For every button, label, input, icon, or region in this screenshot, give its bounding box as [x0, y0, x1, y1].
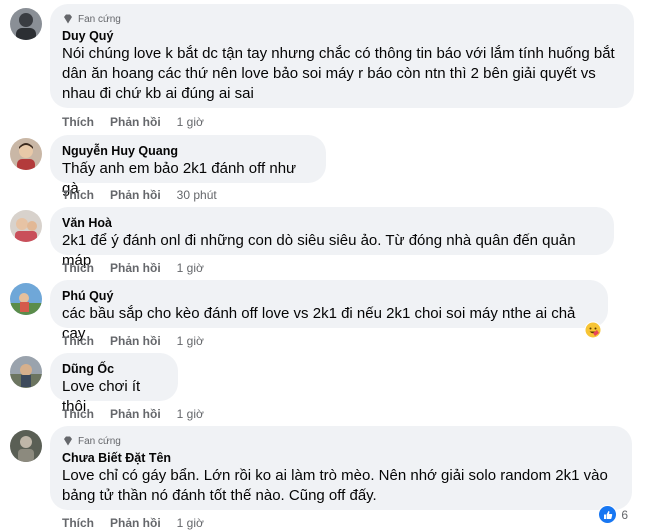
comment-actions: Thích Phản hồi 1 giờ — [62, 333, 204, 349]
reply-button[interactable]: Phản hồi — [110, 115, 161, 129]
avatar[interactable] — [10, 138, 42, 170]
reply-button[interactable]: Phản hồi — [110, 407, 161, 421]
commenter-name[interactable]: Dũng Ốc — [62, 361, 166, 377]
like-button[interactable]: Thích — [62, 516, 94, 530]
avatar[interactable] — [10, 210, 42, 242]
avatar[interactable] — [10, 283, 42, 315]
comment-text-line: Love chỉ có gáy bẩn. Lớn rồi ko ai làm t… — [62, 467, 608, 484]
avatar[interactable] — [10, 356, 42, 388]
reaction-count[interactable]: 6 — [598, 505, 628, 524]
comment-bubble: Fan cứng Duy Quý Nói chúng love k bắt dc… — [50, 4, 634, 108]
reaction-count-value: 6 — [621, 507, 628, 522]
timestamp[interactable]: 1 giờ — [177, 115, 204, 129]
comment-bubble: Văn Hoà 2k1 để ý đánh onl đi những con d… — [50, 207, 614, 269]
like-thumb-icon — [598, 505, 618, 524]
commenter-name[interactable]: Nguyễn Huy Quang — [62, 143, 314, 159]
comment-actions: Thích Phản hồi 1 giờ — [62, 260, 204, 276]
commenter-name[interactable]: Phú Quý — [62, 288, 596, 304]
avatar[interactable] — [10, 8, 42, 40]
comment-actions: Thích Phản hồi 1 giờ — [62, 406, 204, 422]
timestamp[interactable]: 1 giờ — [177, 407, 204, 421]
comment-bubble: Phú Quý các bầu sắp cho kèo đánh off lov… — [50, 280, 608, 342]
comment-text-line: nhau đi chứ kb ai đúng ai sai — [62, 85, 254, 102]
haha-care-emoji-icon[interactable] — [584, 321, 602, 339]
comment-text-line: bảng tử thần nó đánh tốt thế nào. Cũng o… — [62, 487, 377, 504]
commenter-name[interactable]: Chưa Biết Đặt Tên — [62, 450, 620, 466]
comment-actions: Thích Phản hồi 1 giờ — [62, 114, 204, 130]
like-button[interactable]: Thích — [62, 407, 94, 421]
timestamp[interactable]: 1 giờ — [177, 516, 204, 530]
like-button[interactable]: Thích — [62, 188, 94, 202]
like-button[interactable]: Thích — [62, 334, 94, 348]
top-fan-badge: Fan cứng — [62, 12, 622, 26]
comment-bubble: Nguyễn Huy Quang Thấy anh em bảo 2k1 đán… — [50, 135, 326, 197]
comment-text-line: Nói chúng love k bắt dc tận tay nhưng ch… — [62, 45, 615, 62]
comment-bubble: Fan cứng Chưa Biết Đặt Tên Love chỉ có g… — [50, 426, 632, 510]
like-button[interactable]: Thích — [62, 115, 94, 129]
comment-text-line: dân ăn hoang các thứ nên love bảo soi má… — [62, 65, 596, 82]
reply-button[interactable]: Phản hồi — [110, 334, 161, 348]
reply-button[interactable]: Phản hồi — [110, 261, 161, 275]
commenter-name[interactable]: Duy Quý — [62, 28, 622, 44]
reply-button[interactable]: Phản hồi — [110, 516, 161, 530]
timestamp[interactable]: 30 phút — [177, 188, 217, 202]
comment-actions: Thích Phản hồi 1 giờ — [62, 515, 204, 531]
comment-bubble: Dũng Ốc Love chơi ít thôi — [50, 353, 178, 415]
reply-button[interactable]: Phản hồi — [110, 188, 161, 202]
timestamp[interactable]: 1 giờ — [177, 334, 204, 348]
diamond-icon — [64, 14, 72, 24]
top-fan-badge: Fan cứng — [62, 434, 620, 448]
diamond-icon — [64, 436, 72, 446]
like-button[interactable]: Thích — [62, 261, 94, 275]
comment-actions: Thích Phản hồi 30 phút — [62, 187, 217, 203]
avatar[interactable] — [10, 430, 42, 462]
timestamp[interactable]: 1 giờ — [177, 261, 204, 275]
commenter-name[interactable]: Văn Hoà — [62, 215, 602, 231]
